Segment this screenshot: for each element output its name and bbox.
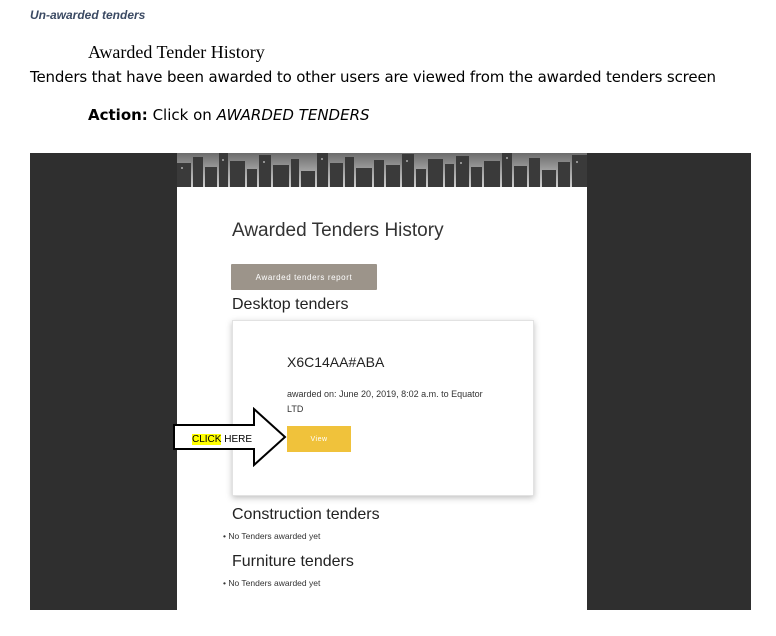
city-skyline-banner <box>177 153 587 187</box>
section-label: Un-awarded tenders <box>30 8 146 22</box>
action-label: Action: <box>88 106 148 124</box>
page-title: Awarded Tenders History <box>232 220 444 241</box>
awarded-tenders-report-button[interactable]: Awarded tenders report <box>231 264 377 290</box>
click-here-label: CLICK HERE <box>192 434 252 445</box>
action-target: AWARDED TENDERS <box>216 106 370 124</box>
bullet-icon: • <box>223 578 226 588</box>
click-here-callout: CLICK HERE <box>172 406 288 472</box>
screenshot-figure: Awarded Tenders History Awarded tenders … <box>30 153 751 610</box>
construction-empty-note: • No Tenders awarded yet <box>223 531 320 541</box>
view-button[interactable]: View <box>287 426 351 452</box>
click-here-rest: HERE <box>224 434 253 445</box>
app-page: Awarded Tenders History Awarded tenders … <box>177 153 587 610</box>
tender-code: X6C14AA#ABA <box>287 354 385 370</box>
bullet-icon: • <box>223 531 226 541</box>
document-heading: Awarded Tender History <box>88 42 265 62</box>
click-highlight: CLICK <box>192 434 222 445</box>
desktop-tenders-heading: Desktop tenders <box>232 296 349 313</box>
action-prefix: Click on <box>152 106 212 124</box>
action-instruction: Action: Click on AWARDED TENDERS <box>88 106 370 124</box>
construction-tenders-heading: Construction tenders <box>232 506 380 523</box>
document-intro: Tenders that have been awarded to other … <box>30 68 716 86</box>
furniture-empty-note: • No Tenders awarded yet <box>223 578 320 588</box>
furniture-empty-text: No Tenders awarded yet <box>228 578 321 588</box>
furniture-tenders-heading: Furniture tenders <box>232 553 354 570</box>
tender-award-details: awarded on: June 20, 2019, 8:02 a.m. to … <box>287 389 483 414</box>
construction-empty-text: No Tenders awarded yet <box>228 531 321 541</box>
skyline-graphic <box>177 153 587 187</box>
